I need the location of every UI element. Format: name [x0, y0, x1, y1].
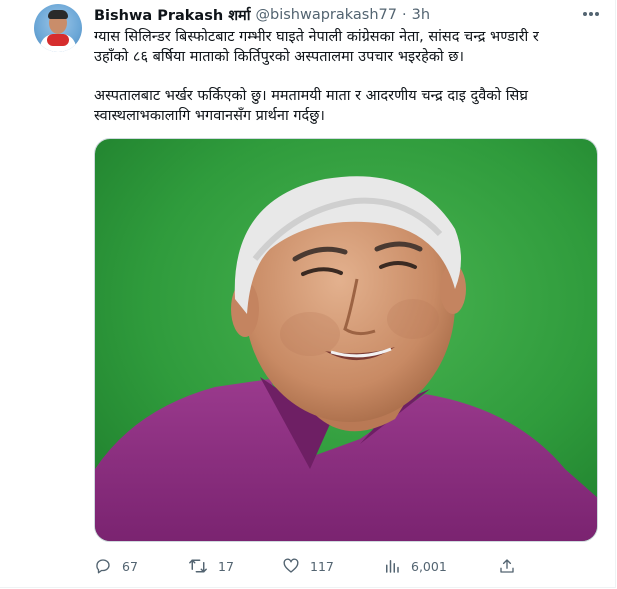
tweet-text-line: अस्पतालबाट भर्खर फर्किएको छु। ममतामयी मा…: [94, 88, 528, 104]
tweet-card[interactable]: Bishwa Prakash शर्मा @bishwaprakash77 · …: [0, 0, 616, 588]
tweet-header: Bishwa Prakash शर्मा @bishwaprakash77 · …: [94, 4, 430, 26]
view-count: 6,001: [411, 558, 447, 574]
reply-icon: [96, 559, 110, 574]
views-chart-icon: [386, 560, 399, 573]
heart-icon: [283, 558, 299, 573]
views-button[interactable]: 6,001: [383, 554, 447, 578]
share-button[interactable]: [498, 554, 516, 578]
share-icon: [500, 559, 514, 573]
tweet-text-line: उहाँको ८६ बर्षिया माताको किर्तिपुरको अस्…: [94, 49, 464, 65]
tweet-text-paragraph-2: अस्पतालबाट भर्खर फर्किएको छु। ममतामयी मा…: [94, 86, 594, 126]
more-dots-icon: [583, 12, 599, 16]
author-handle[interactable]: @bishwaprakash77: [255, 7, 397, 23]
like-count: 117: [310, 558, 334, 574]
avatar[interactable]: [34, 4, 82, 52]
like-button[interactable]: 117: [282, 554, 334, 578]
more-button[interactable]: [578, 4, 604, 24]
avatar-hair: [48, 10, 68, 19]
author-name[interactable]: Bishwa Prakash शर्मा: [94, 5, 250, 25]
tweet-actions: 67 17 117 6,001: [94, 554, 524, 578]
retweet-button[interactable]: 17: [188, 554, 234, 578]
avatar-scarf: [47, 34, 69, 46]
retweet-icon: [189, 559, 207, 573]
tweet-text-line: ग्यास सिलिन्डर बिस्फोटबाट गम्भीर घाइते न…: [94, 29, 539, 45]
header-separator: ·: [401, 7, 407, 23]
photo-illustration: [95, 139, 597, 541]
retweet-count: 17: [218, 558, 234, 574]
tweet-photo[interactable]: [94, 138, 598, 542]
tweet-text-line: स्वास्थलाभकालागि भगवानसँग प्रार्थना गर्द…: [94, 108, 325, 124]
reply-count: 67: [122, 558, 138, 574]
tweet-time[interactable]: 3h: [412, 7, 430, 23]
reply-button[interactable]: 67: [94, 554, 138, 578]
tweet-text-paragraph-1: ग्यास सिलिन्डर बिस्फोटबाट गम्भीर घाइते न…: [94, 27, 594, 67]
